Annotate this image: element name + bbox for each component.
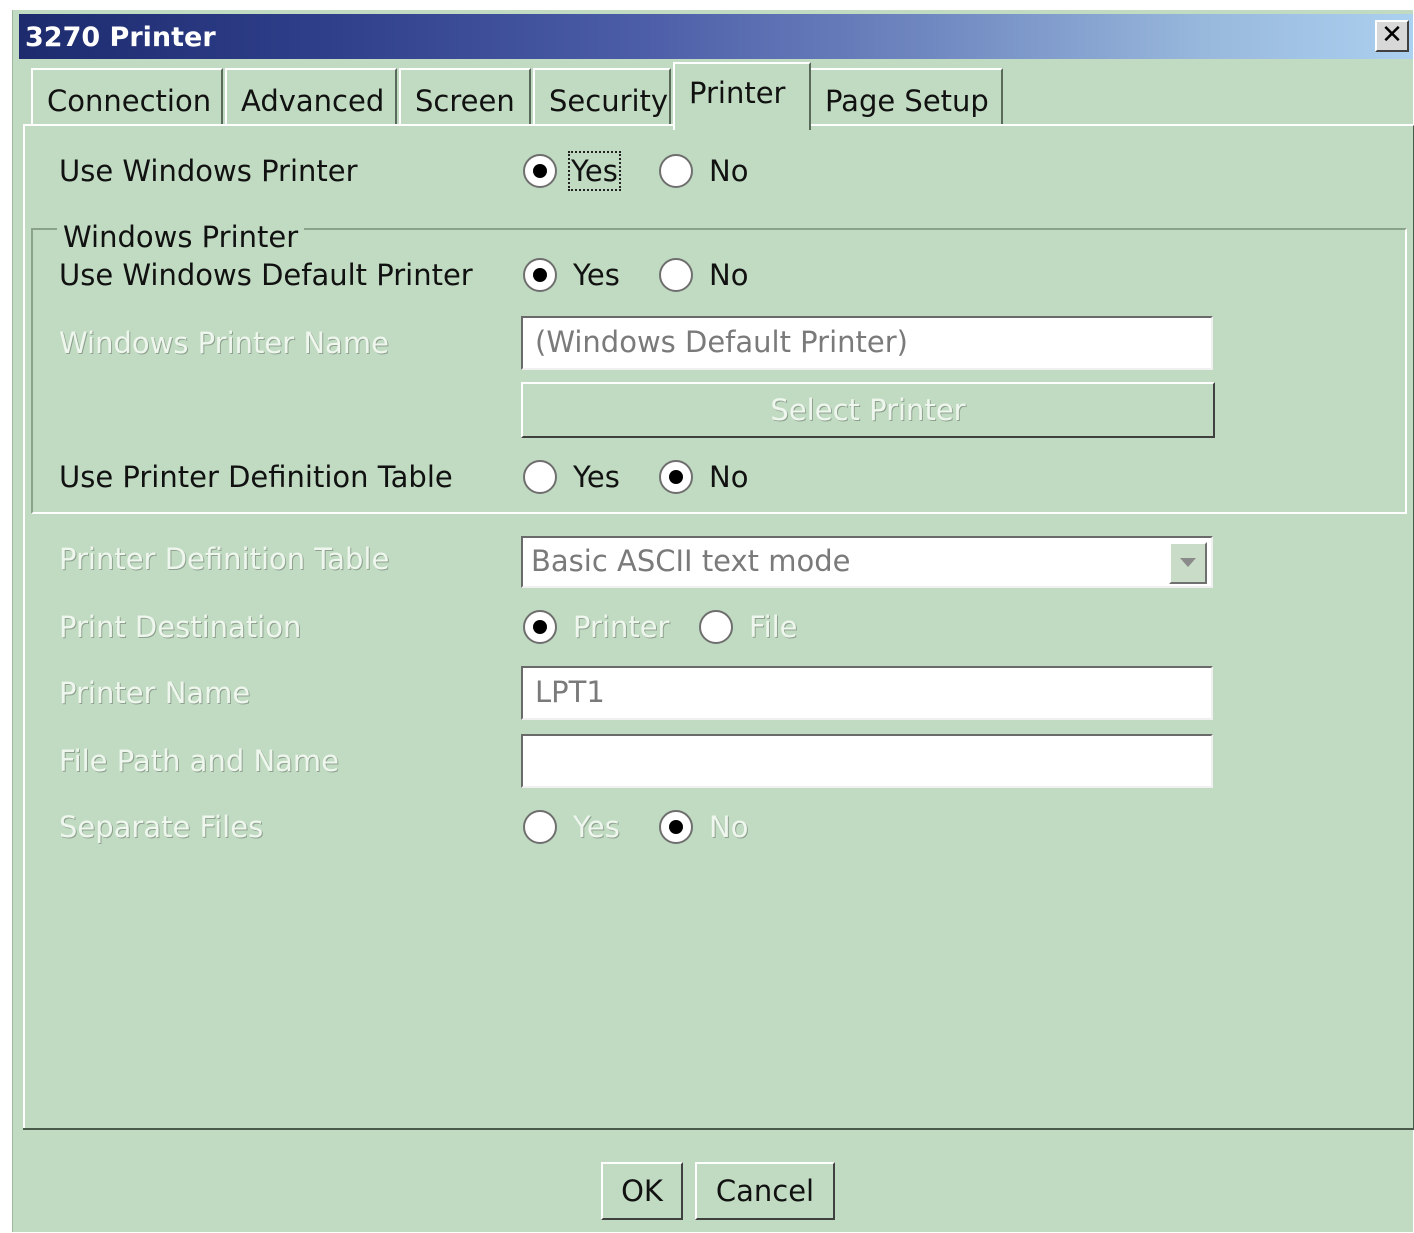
- print-destination-printer-radio[interactable]: [523, 610, 557, 644]
- separate-files-yes-label[interactable]: Yes: [573, 810, 620, 844]
- tab-page-setup[interactable]: Page Setup: [809, 68, 1003, 126]
- print-destination-file-label[interactable]: File: [749, 610, 798, 644]
- use-windows-printer-no-label[interactable]: No: [709, 154, 748, 188]
- separate-files-no-label[interactable]: No: [709, 810, 748, 844]
- printer-dialog: 3270 Printer ✕ Connection Advanced Scree…: [12, 10, 1414, 1232]
- file-path-input[interactable]: [521, 734, 1213, 788]
- use-windows-printer-label: Use Windows Printer: [59, 154, 358, 188]
- chevron-down-icon[interactable]: [1169, 542, 1207, 584]
- use-pdt-yes-label[interactable]: Yes: [573, 460, 620, 494]
- tab-printer[interactable]: Printer: [673, 62, 811, 130]
- pdt-combobox[interactable]: Basic ASCII text mode: [521, 536, 1213, 588]
- cancel-button[interactable]: Cancel: [695, 1162, 835, 1220]
- close-icon[interactable]: ✕: [1375, 20, 1409, 52]
- print-destination-label: Print Destination: [59, 610, 302, 644]
- windows-printer-group-title: Windows Printer: [57, 220, 305, 254]
- use-default-printer-no-radio[interactable]: [659, 258, 693, 292]
- pdt-combobox-value: Basic ASCII text mode: [531, 544, 851, 578]
- use-windows-printer-yes-label[interactable]: Yes: [568, 151, 621, 191]
- window-title: 3270 Printer: [25, 22, 216, 53]
- use-pdt-yes-radio[interactable]: [523, 460, 557, 494]
- use-default-printer-yes-label[interactable]: Yes: [573, 258, 620, 292]
- title-bar: 3270 Printer ✕: [19, 14, 1413, 59]
- use-windows-printer-yes-radio[interactable]: [523, 154, 557, 188]
- tab-screen[interactable]: Screen: [399, 68, 531, 126]
- separate-files-yes-radio[interactable]: [523, 810, 557, 844]
- tab-connection[interactable]: Connection: [31, 68, 223, 126]
- tab-advanced[interactable]: Advanced: [225, 68, 397, 126]
- use-default-printer-label: Use Windows Default Printer: [59, 258, 473, 292]
- ok-button[interactable]: OK: [601, 1162, 683, 1220]
- tab-security[interactable]: Security: [533, 68, 671, 126]
- use-pdt-no-label[interactable]: No: [709, 460, 748, 494]
- use-default-printer-no-label[interactable]: No: [709, 258, 748, 292]
- windows-printer-name-label: Windows Printer Name: [59, 326, 389, 360]
- use-pdt-no-radio[interactable]: [659, 460, 693, 494]
- pdt-label: Printer Definition Table: [59, 542, 390, 576]
- use-default-printer-yes-radio[interactable]: [523, 258, 557, 292]
- windows-printer-name-input[interactable]: (Windows Default Printer): [521, 316, 1213, 370]
- print-destination-printer-label[interactable]: Printer: [573, 610, 669, 644]
- print-destination-file-radio[interactable]: [699, 610, 733, 644]
- file-path-label: File Path and Name: [59, 744, 340, 778]
- separate-files-no-radio[interactable]: [659, 810, 693, 844]
- panel-divider: [23, 1128, 1414, 1130]
- use-pdt-label: Use Printer Definition Table: [59, 460, 453, 494]
- use-windows-printer-no-radio[interactable]: [659, 154, 693, 188]
- select-printer-button[interactable]: Select Printer: [521, 382, 1215, 438]
- printer-name-input[interactable]: LPT1: [521, 666, 1213, 720]
- printer-name-label: Printer Name: [59, 676, 251, 710]
- separate-files-label: Separate Files: [59, 810, 264, 844]
